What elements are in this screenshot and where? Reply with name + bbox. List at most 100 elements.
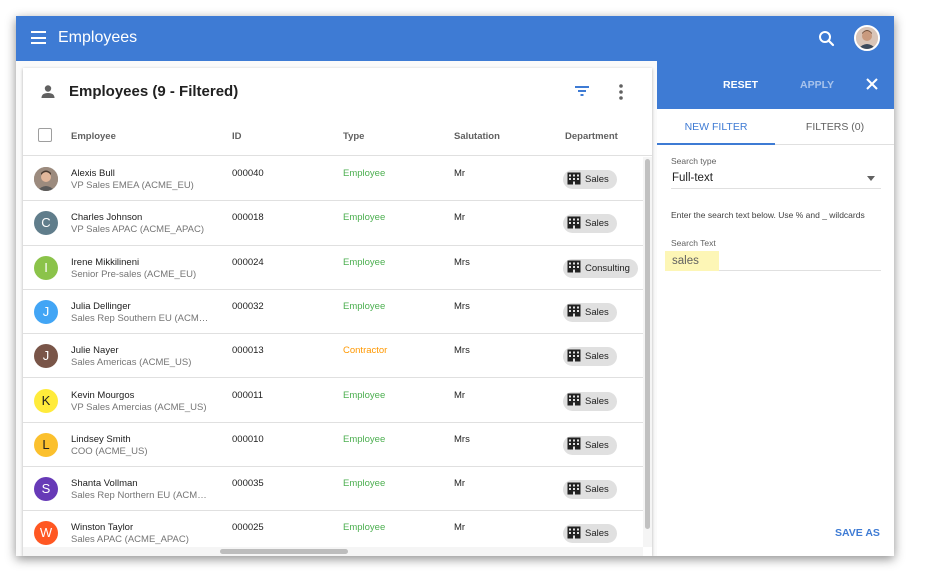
- dropdown-arrow-icon: [867, 176, 875, 181]
- column-header-type[interactable]: Type: [343, 131, 364, 142]
- avatar: I: [34, 255, 58, 280]
- department-chip[interactable]: Sales: [563, 214, 617, 234]
- table-body: Alexis Bull VP Sales EMEA (ACME_EU) 000040…: [23, 157, 643, 547]
- avatar: C: [34, 211, 58, 236]
- employee-name: Charles Johnson: [71, 212, 143, 224]
- employee-subtitle: Sales Rep Northern EU (ACME…: [71, 490, 211, 502]
- tab-new-filter[interactable]: NEW FILTER: [657, 109, 775, 145]
- search-type-select[interactable]: Full-text: [671, 169, 881, 189]
- employee-id: 000025: [232, 522, 264, 534]
- apply-button[interactable]: APPLY: [800, 79, 834, 91]
- employee-type: Employee: [343, 212, 386, 224]
- employee-type: Employee: [343, 433, 386, 445]
- department-chip[interactable]: Sales: [563, 524, 617, 544]
- employee-type: Contractor: [343, 345, 388, 357]
- employee-name: Shanta Vollman: [71, 478, 138, 490]
- building-icon: [567, 437, 585, 453]
- employee-type: Employee: [343, 168, 386, 179]
- employee-subtitle: Sales APAC (ACME_APAC): [71, 534, 189, 546]
- department-label: Consulting: [585, 262, 630, 274]
- department-label: Sales: [585, 395, 609, 407]
- table-row[interactable]: K Kevin Mourgos VP Sales Amercias (ACME_US…: [23, 379, 643, 423]
- employee-subtitle: COO (ACME_US): [71, 445, 148, 457]
- more-vert-icon[interactable]: [615, 82, 627, 102]
- search-hint: Enter the search text below. Use % and _…: [671, 210, 865, 220]
- department-chip[interactable]: Sales: [563, 170, 617, 189]
- user-avatar[interactable]: [854, 25, 880, 51]
- employee-id: 000010: [232, 433, 264, 445]
- employees-grid-card: Employees (9 - Filtered) Employee ID Typ…: [23, 68, 652, 556]
- avatar: K: [34, 388, 58, 413]
- column-header-id[interactable]: ID: [232, 131, 242, 142]
- close-icon[interactable]: [865, 77, 879, 91]
- department-label: Sales: [585, 174, 609, 185]
- avatar: J: [34, 344, 58, 369]
- employee-name: Winston Taylor: [71, 522, 134, 534]
- grid-header: Employees (9 - Filtered): [23, 68, 652, 120]
- department-chip[interactable]: Consulting: [563, 258, 638, 278]
- table-row[interactable]: J Julie Nayer Sales Americas (ACME_US) 0000…: [23, 334, 643, 379]
- grid-title: Employees (9 - Filtered): [69, 83, 239, 100]
- employee-salutation: Mr: [454, 522, 466, 534]
- employee-name: Kevin Mourgos: [71, 389, 135, 401]
- employee-subtitle: VP Sales Amercias (ACME_US): [71, 401, 207, 413]
- search-text-input[interactable]: [665, 251, 719, 271]
- employee-salutation: Mr: [454, 478, 466, 490]
- employee-type: Employee: [343, 256, 386, 268]
- table-row[interactable]: S Shanta Vollman Sales Rep Northern EU (AC…: [23, 467, 643, 512]
- filter-tabs: NEW FILTER FILTERS (0): [657, 109, 894, 145]
- department-chip[interactable]: Sales: [563, 435, 617, 455]
- select-all-checkbox[interactable]: [38, 128, 52, 142]
- department-chip[interactable]: Sales: [563, 302, 617, 322]
- employee-name: Julia Dellinger: [71, 300, 131, 312]
- employee-type: Employee: [343, 389, 386, 401]
- department-chip[interactable]: Sales: [563, 480, 617, 500]
- building-icon: [567, 526, 585, 542]
- employee-salutation: Mr: [454, 212, 466, 224]
- column-header-row: Employee ID Type Salutation Department: [23, 120, 652, 156]
- table-row[interactable]: L Lindsey Smith COO (ACME_US) 000010 Employe…: [23, 423, 643, 468]
- table-row[interactable]: I Irene Mikkilineni Senior Pre-sales (ACME…: [23, 246, 643, 290]
- table-row[interactable]: W Winston Taylor Sales APAC (ACME_APAC) 000…: [23, 511, 643, 547]
- save-as-button[interactable]: SAVE AS: [835, 527, 880, 539]
- department-chip[interactable]: Sales: [563, 391, 617, 411]
- avatar: W: [34, 521, 58, 546]
- department-label: Sales: [585, 306, 609, 318]
- employee-subtitle: VP Sales EMEA (ACME_EU): [71, 180, 194, 191]
- column-header-employee[interactable]: Employee: [71, 131, 116, 142]
- column-header-salutation[interactable]: Salutation: [454, 131, 500, 142]
- building-icon: [567, 304, 585, 320]
- horizontal-scroll-thumb[interactable]: [220, 549, 348, 554]
- employee-id: 000032: [232, 300, 264, 312]
- vertical-scroll-thumb[interactable]: [645, 159, 650, 529]
- filter-icon[interactable]: [573, 83, 591, 99]
- menu-icon[interactable]: [31, 31, 46, 44]
- vertical-scrollbar[interactable]: [643, 157, 652, 547]
- employee-type: Employee: [343, 300, 386, 312]
- employee-name: Irene Mikkilineni: [71, 256, 140, 268]
- building-icon: [567, 349, 585, 365]
- employee-salutation: Mrs: [454, 256, 470, 268]
- reset-button[interactable]: RESET: [723, 79, 758, 91]
- employee-salutation: Mrs: [454, 300, 470, 312]
- person-icon: [39, 83, 57, 101]
- employee-name: Alexis Bull: [71, 168, 115, 179]
- employee-id: 000013: [232, 345, 264, 357]
- filter-panel-toolbar: RESET APPLY: [657, 61, 894, 109]
- tab-filters[interactable]: FILTERS (0): [776, 109, 894, 145]
- department-label: Sales: [585, 528, 609, 540]
- department-label: Sales: [585, 439, 609, 451]
- department-chip[interactable]: Sales: [563, 347, 617, 367]
- column-header-department[interactable]: Department: [565, 131, 618, 142]
- building-icon: [567, 260, 585, 276]
- filter-panel: RESET APPLY NEW FILTER FILTERS (0) Searc…: [657, 61, 894, 556]
- table-row[interactable]: C Charles Johnson VP Sales APAC (ACME_APAC…: [23, 201, 643, 246]
- table-row[interactable]: Alexis Bull VP Sales EMEA (ACME_EU) 000040…: [23, 157, 643, 202]
- employee-id: 000024: [232, 256, 264, 268]
- building-icon: [567, 172, 585, 188]
- table-row[interactable]: J Julia Dellinger Sales Rep Southern EU (A…: [23, 290, 643, 335]
- app-window: Employees Employees (9 - Filtered) Emplo…: [16, 16, 894, 556]
- search-icon[interactable]: [816, 28, 838, 50]
- horizontal-scrollbar[interactable]: [23, 547, 643, 556]
- employee-subtitle: VP Sales APAC (ACME_APAC): [71, 224, 205, 236]
